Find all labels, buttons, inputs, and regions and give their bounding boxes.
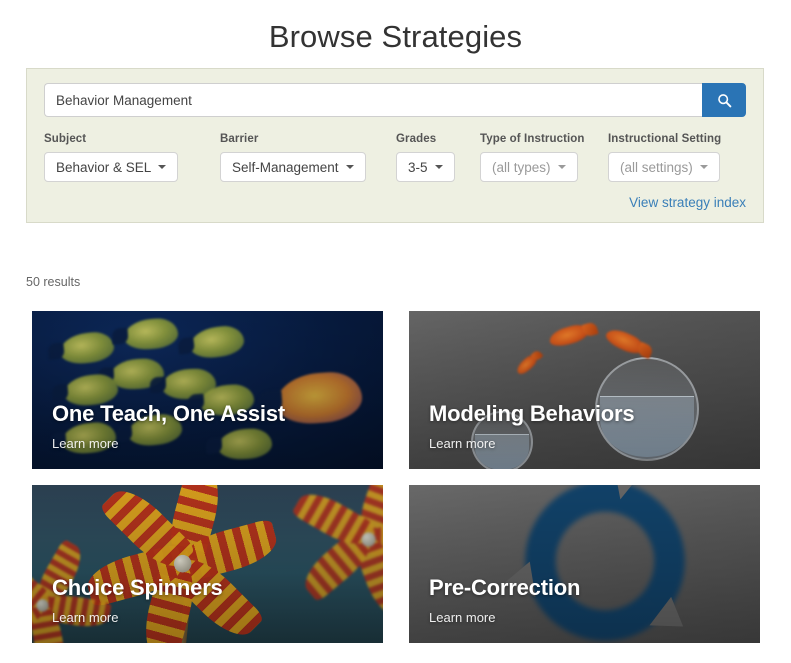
card-text: Modeling Behaviors Learn more xyxy=(429,401,744,451)
filter-value-subject: Behavior & SEL xyxy=(56,159,152,175)
filter-group-subject: Subject Behavior & SEL xyxy=(44,133,220,182)
card-title: Pre-Correction xyxy=(429,575,581,600)
card-learn-more-link[interactable]: Learn more xyxy=(429,436,744,451)
search-row xyxy=(44,83,746,117)
view-strategy-index-link[interactable]: View strategy index xyxy=(629,195,746,210)
card-learn-more-link[interactable]: Learn more xyxy=(52,610,367,625)
chevron-down-icon xyxy=(557,165,566,169)
filter-value-type-of-instruction: (all types) xyxy=(492,159,551,175)
filter-label-subject: Subject xyxy=(44,133,87,145)
filter-value-grades: 3-5 xyxy=(408,159,428,175)
filter-select-type-of-instruction[interactable]: (all types) xyxy=(480,152,578,182)
filter-group-instructional-setting: Instructional Setting (all settings) xyxy=(608,133,728,182)
filter-select-grades[interactable]: 3-5 xyxy=(396,152,455,182)
strategy-card[interactable]: Pre-Correction Learn more xyxy=(409,485,760,643)
page-title: Browse Strategies xyxy=(268,19,523,54)
strategy-card[interactable]: One Teach, One Assist Learn more xyxy=(32,311,383,469)
chevron-down-icon xyxy=(434,165,443,169)
filter-label-grades: Grades xyxy=(396,133,437,145)
chevron-down-icon xyxy=(699,165,708,169)
strategy-card[interactable]: Choice Spinners Learn more xyxy=(32,485,383,643)
search-button[interactable] xyxy=(702,83,746,117)
filter-controls: Subject Behavior & SEL Barrier Self-Mana… xyxy=(44,133,746,182)
card-learn-more-link[interactable]: Learn more xyxy=(429,610,744,625)
card-text: Pre-Correction Learn more xyxy=(429,575,744,625)
filter-select-barrier[interactable]: Self-Management xyxy=(220,152,366,182)
filter-label-type-of-instruction: Type of Instruction xyxy=(480,133,585,145)
filter-group-type-of-instruction: Type of Instruction (all types) xyxy=(480,133,608,182)
chevron-down-icon xyxy=(158,165,167,169)
filter-value-instructional-setting: (all settings) xyxy=(620,159,693,175)
index-link-row: View strategy index xyxy=(44,195,746,210)
card-title: Choice Spinners xyxy=(52,575,223,600)
results-count: 50 results xyxy=(26,275,81,289)
card-learn-more-link[interactable]: Learn more xyxy=(52,436,367,451)
search-filter-panel: Subject Behavior & SEL Barrier Self-Mana… xyxy=(26,68,764,223)
filter-label-instructional-setting: Instructional Setting xyxy=(608,133,722,145)
chevron-down-icon xyxy=(345,165,354,169)
card-text: One Teach, One Assist Learn more xyxy=(52,401,367,451)
filter-select-subject[interactable]: Behavior & SEL xyxy=(44,152,179,182)
card-title: One Teach, One Assist xyxy=(52,401,285,426)
card-text: Choice Spinners Learn more xyxy=(52,575,367,625)
filter-select-instructional-setting[interactable]: (all settings) xyxy=(608,152,720,182)
browse-strategies-page: Browse Strategies Subject Behavior & SEL xyxy=(0,0,791,663)
filter-group-barrier: Barrier Self-Management xyxy=(220,133,396,182)
card-title: Modeling Behaviors xyxy=(429,401,635,426)
search-icon xyxy=(717,93,732,108)
strategy-card-grid: One Teach, One Assist Learn more Modelin… xyxy=(32,311,762,643)
strategy-card[interactable]: Modeling Behaviors Learn more xyxy=(409,311,760,469)
filter-group-grades: Grades 3-5 xyxy=(396,133,480,182)
filter-value-barrier: Self-Management xyxy=(232,159,339,175)
filter-label-barrier: Barrier xyxy=(220,133,259,145)
search-input[interactable] xyxy=(44,83,702,117)
